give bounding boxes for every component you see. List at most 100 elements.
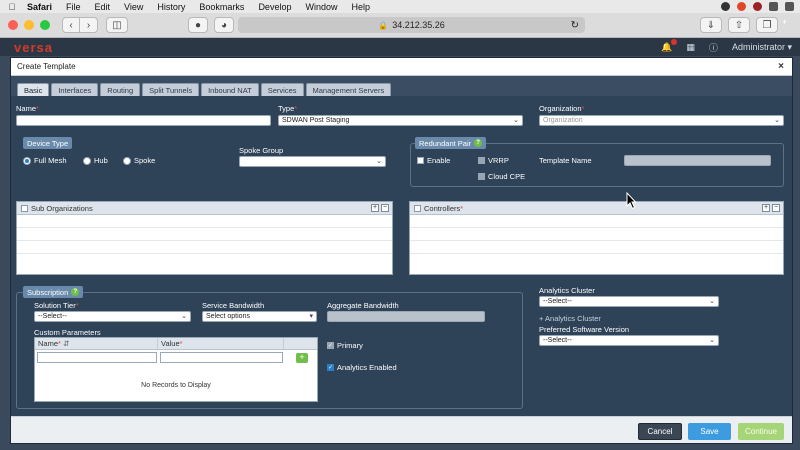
primary-checkbox[interactable]: ✓ Primary	[327, 341, 363, 350]
radio-spoke[interactable]: Spoke	[123, 156, 155, 165]
parameter-name-input[interactable]	[37, 352, 157, 363]
template-name-input[interactable]	[624, 155, 771, 166]
table-row	[17, 215, 392, 228]
chevron-down-icon: ⌄	[774, 117, 780, 124]
tab-routing[interactable]: Routing	[100, 83, 141, 96]
select-all-checkbox[interactable]	[21, 204, 28, 212]
menu-app-name[interactable]: Safari	[27, 2, 52, 12]
vrrp-checkbox[interactable]: VRRP	[478, 156, 509, 165]
radio-dot[interactable]	[83, 156, 91, 165]
radio-hub[interactable]: Hub	[83, 156, 108, 165]
tab-management-servers[interactable]: Management Servers	[305, 83, 392, 96]
new-tab-button[interactable]: +	[782, 17, 796, 27]
forward-button[interactable]: ›	[80, 17, 98, 33]
add-icon[interactable]: +	[762, 204, 770, 212]
lock-icon: 🔒	[378, 20, 389, 30]
status-icon[interactable]	[737, 2, 746, 11]
subscription-title: Subscription?	[23, 286, 84, 298]
tab-interfaces[interactable]: Interfaces	[51, 83, 99, 96]
zoom-window-icon[interactable]	[40, 20, 50, 30]
tab-basic[interactable]: Basic	[17, 83, 50, 96]
share-button[interactable]: ⇧	[728, 17, 750, 33]
window-controls	[8, 20, 50, 30]
minimize-window-icon[interactable]	[24, 20, 34, 30]
tab-services[interactable]: Services	[260, 83, 304, 96]
tabs-button[interactable]: ❐	[756, 17, 778, 33]
back-button[interactable]: ‹	[62, 17, 80, 33]
address-bar[interactable]: 🔒 34.212.35.26 ↻	[238, 17, 585, 33]
add-analytics-cluster-link[interactable]: + Analytics Cluster	[539, 314, 601, 323]
user-menu[interactable]: Administrator ▾	[732, 42, 792, 53]
chevron-right-icon: ›	[86, 19, 91, 31]
save-button[interactable]: Save	[688, 423, 731, 440]
bell-icon[interactable]: 🔔	[661, 38, 678, 53]
sort-icon[interactable]: ⇵	[63, 339, 69, 348]
remove-icon[interactable]: −	[772, 204, 780, 212]
chevron-down-icon: ⌄	[181, 313, 187, 320]
menu-history[interactable]: History	[157, 2, 185, 12]
menu-file[interactable]: File	[66, 2, 81, 12]
add-icon[interactable]: +	[371, 204, 379, 212]
solution-tier-select[interactable]: --Select-- ⌄	[34, 311, 191, 322]
device-type-title: Device Type	[23, 137, 73, 149]
controllers-label: Controllers*	[424, 203, 464, 213]
menu-help[interactable]: Help	[351, 2, 370, 12]
menu-view[interactable]: View	[124, 2, 143, 12]
apple-icon[interactable]: 	[4, 2, 20, 12]
checkbox-box[interactable]	[478, 173, 485, 180]
service-bandwidth-select[interactable]: Select options ▾	[202, 311, 317, 322]
table-row	[17, 228, 392, 241]
status-icon[interactable]	[769, 2, 778, 11]
checkbox-box[interactable]	[417, 157, 424, 164]
parameter-value-input[interactable]	[160, 352, 283, 363]
preferred-software-select[interactable]: --Select-- ⌄	[539, 335, 719, 346]
menu-edit[interactable]: Edit	[95, 2, 111, 12]
name-label: Name*	[16, 104, 39, 113]
status-icon[interactable]	[753, 2, 762, 11]
privacy-button[interactable]: ◕	[214, 17, 234, 33]
checkbox-box[interactable]	[478, 157, 485, 164]
cloud-cpe-checkbox[interactable]: Cloud CPE	[478, 172, 525, 181]
status-icon[interactable]	[785, 2, 794, 11]
cancel-button[interactable]: Cancel	[638, 423, 682, 440]
menu-bookmarks[interactable]: Bookmarks	[199, 2, 244, 12]
menu-window[interactable]: Window	[305, 2, 337, 12]
spoke-group-select[interactable]: ⌄	[239, 156, 386, 167]
menu-develop[interactable]: Develop	[258, 2, 291, 12]
checkbox-box[interactable]: ✓	[327, 342, 334, 349]
continue-button[interactable]: Continue	[738, 423, 784, 440]
name-input[interactable]	[16, 115, 271, 126]
column-name[interactable]: Name * ⇵	[35, 338, 158, 349]
grid-header: Controllers* + −	[410, 202, 783, 215]
checkbox-box[interactable]: ✓	[327, 364, 334, 371]
organization-placeholder: Organization	[543, 117, 583, 124]
close-icon[interactable]: ×	[778, 61, 784, 72]
type-select[interactable]: SDWAN Post Staging ⌄	[278, 115, 523, 126]
chevron-down-icon: ▾	[787, 41, 792, 52]
tab-inbound-nat[interactable]: Inbound NAT	[201, 83, 259, 96]
add-parameter-button[interactable]: +	[296, 352, 308, 363]
help-icon[interactable]: ?	[474, 139, 483, 147]
download-icon: ⇓	[706, 19, 716, 31]
close-window-icon[interactable]	[8, 20, 18, 30]
analytics-cluster-select[interactable]: --Select-- ⌄	[539, 296, 719, 307]
downloads-button[interactable]: ⇓	[700, 17, 722, 33]
tab-split-tunnels[interactable]: Split Tunnels	[142, 83, 200, 96]
info-icon[interactable]: ⓘ	[709, 41, 718, 54]
grid-icon[interactable]: ▦	[686, 42, 695, 53]
status-icon[interactable]	[721, 2, 730, 11]
enable-checkbox[interactable]: Enable	[417, 156, 450, 165]
chevron-down-icon: ⌄	[709, 337, 715, 344]
select-all-checkbox[interactable]	[414, 204, 421, 212]
remove-icon[interactable]: −	[381, 204, 389, 212]
analytics-enabled-checkbox[interactable]: ✓ Analytics Enabled	[327, 363, 397, 372]
radio-full-mesh[interactable]: Full Mesh	[23, 156, 67, 165]
macos-menubar:  Safari File Edit View History Bookmark…	[0, 0, 800, 13]
organization-select[interactable]: Organization ⌄	[539, 115, 784, 126]
extension-button[interactable]: ●	[188, 17, 208, 33]
help-icon[interactable]: ?	[71, 288, 80, 296]
radio-dot[interactable]	[23, 156, 31, 165]
radio-dot[interactable]	[123, 156, 131, 165]
sidebar-toggle-button[interactable]: ◫	[106, 17, 128, 33]
reload-icon[interactable]: ↻	[571, 20, 579, 31]
